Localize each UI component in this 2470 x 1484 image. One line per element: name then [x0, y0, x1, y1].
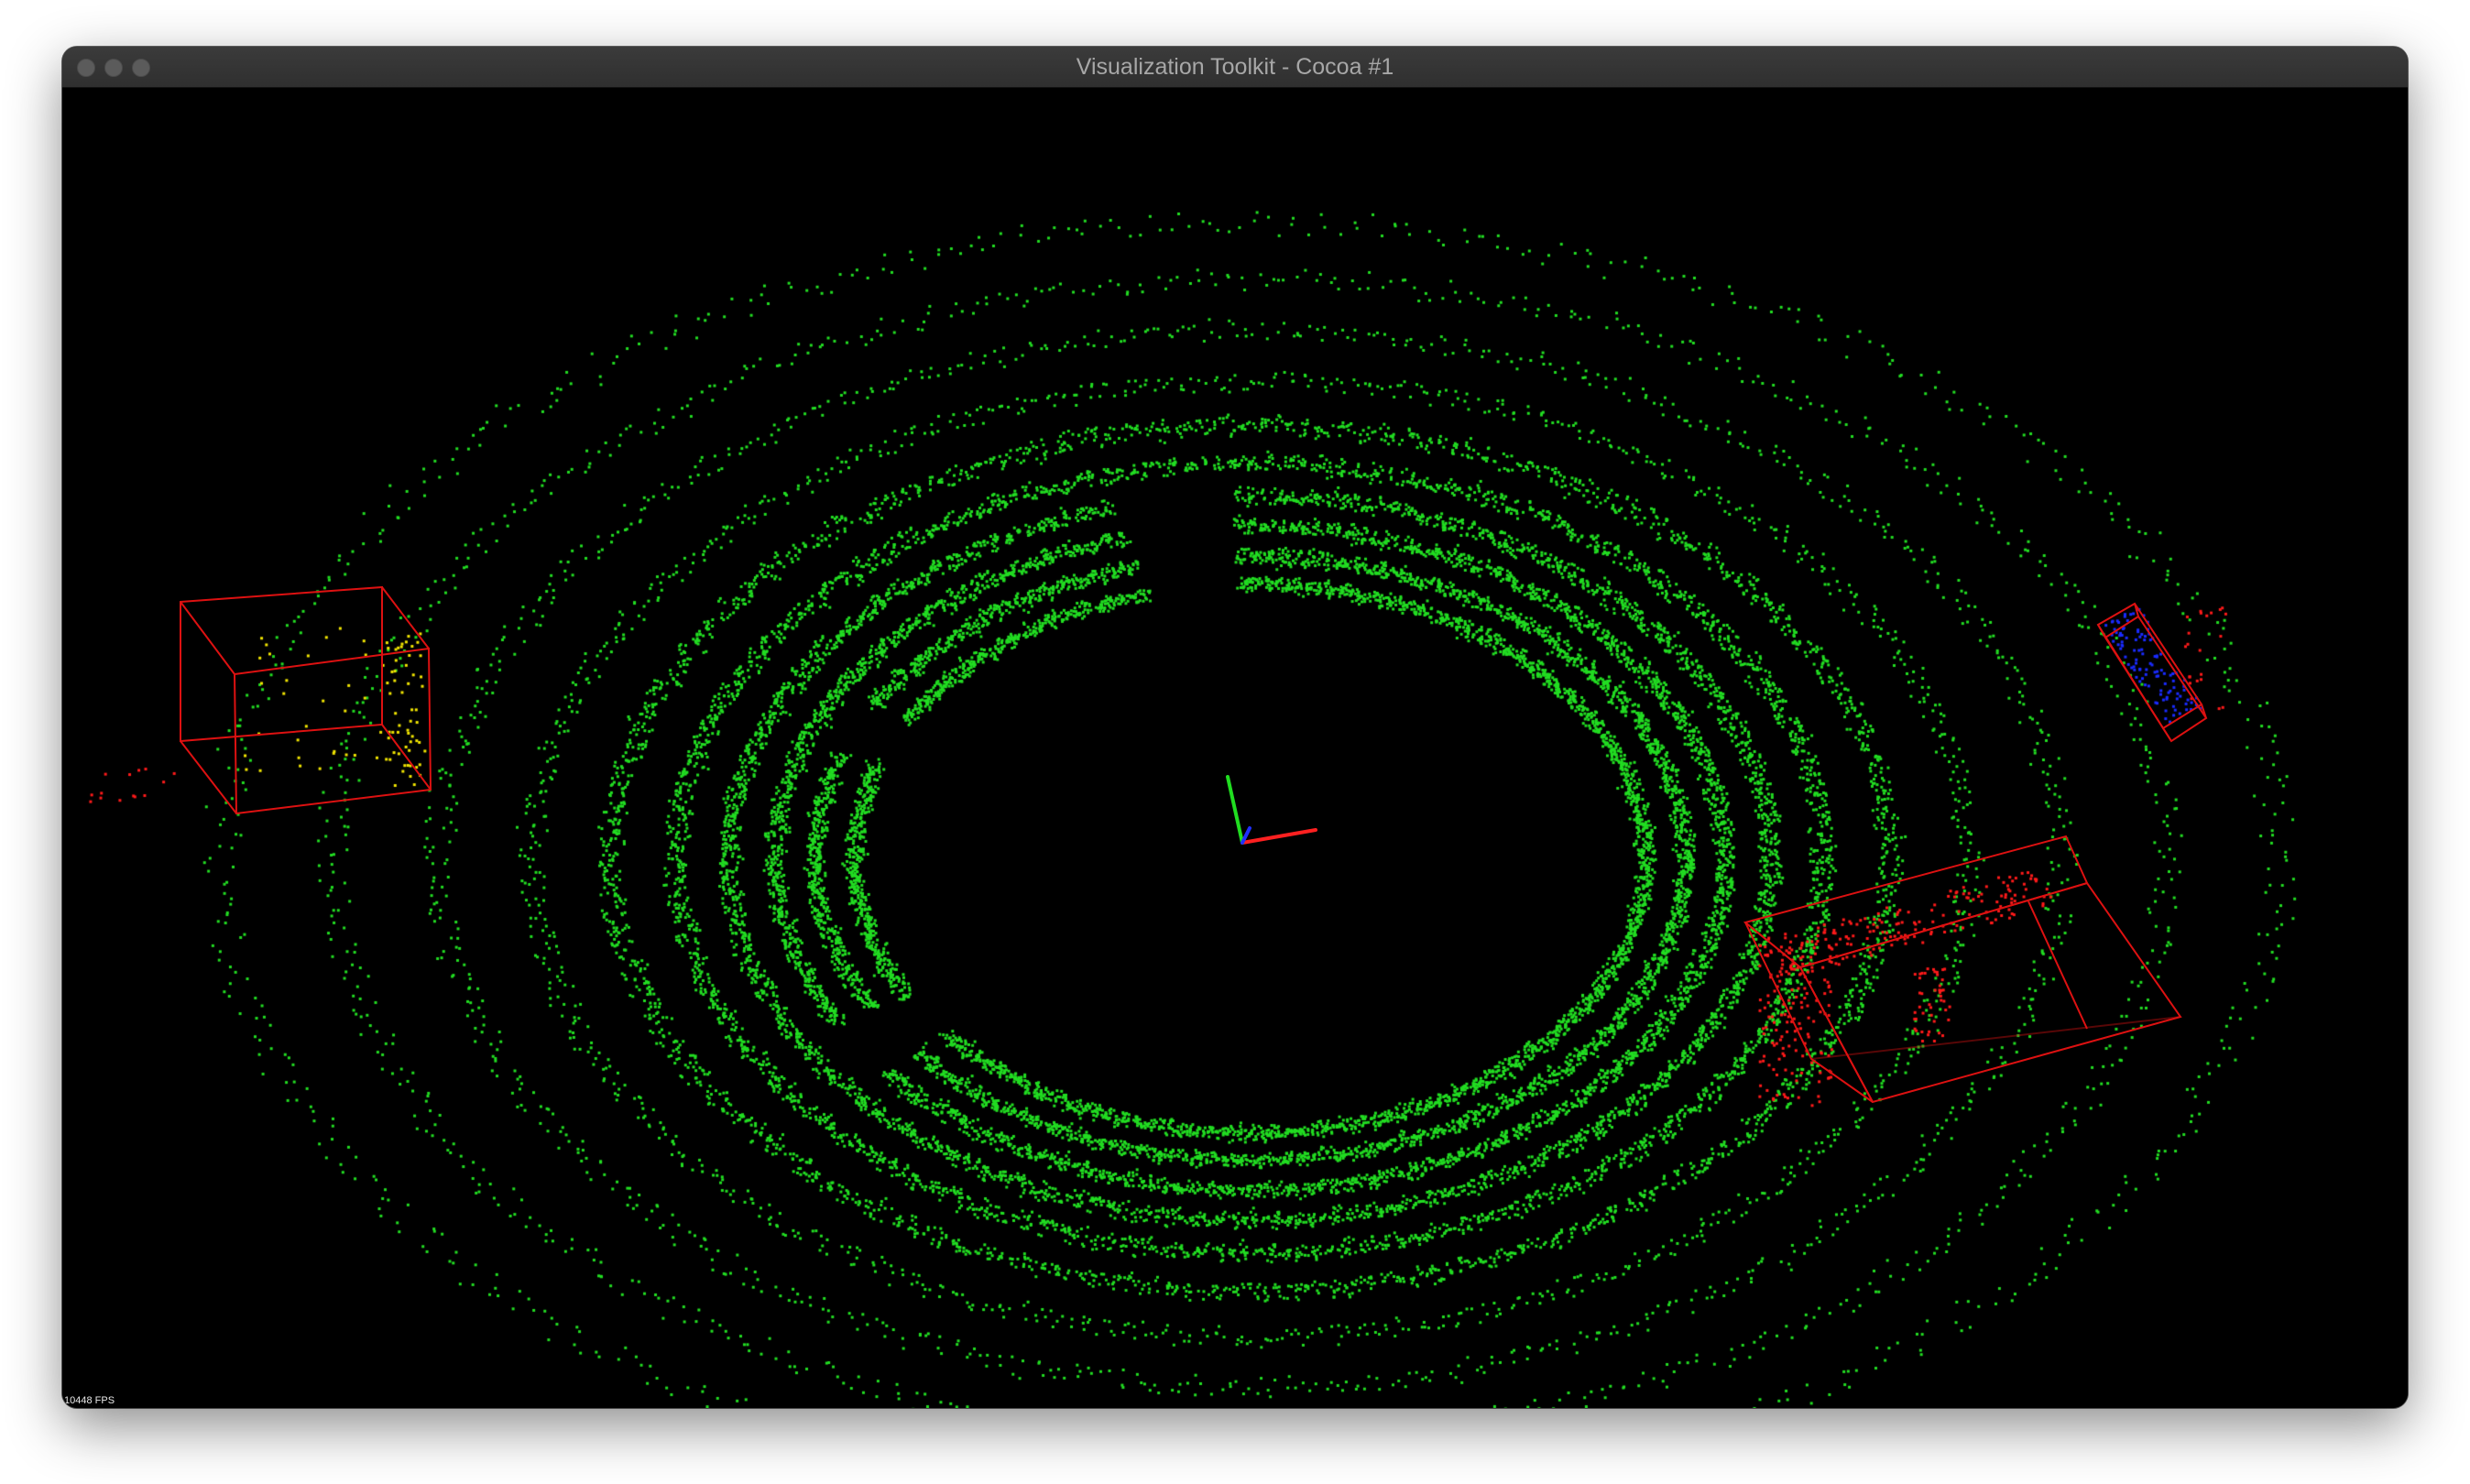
bounding-box-right-large	[1743, 835, 2182, 1104]
bounding-box-right-small	[2096, 602, 2208, 743]
window-title: Visualization Toolkit - Cocoa #1	[1076, 54, 1394, 80]
vtk-window: Visualization Toolkit - Cocoa #1 10448 F…	[62, 47, 2408, 1408]
fps-counter: 10448 FPS	[64, 1395, 115, 1406]
title-bar[interactable]: Visualization Toolkit - Cocoa #1	[62, 47, 2408, 88]
axes-icon	[1226, 775, 1317, 845]
bounding-box-left	[180, 585, 432, 815]
overlay-layer	[180, 585, 2208, 1104]
render-viewport[interactable]: 10448 FPS	[62, 88, 2408, 1408]
